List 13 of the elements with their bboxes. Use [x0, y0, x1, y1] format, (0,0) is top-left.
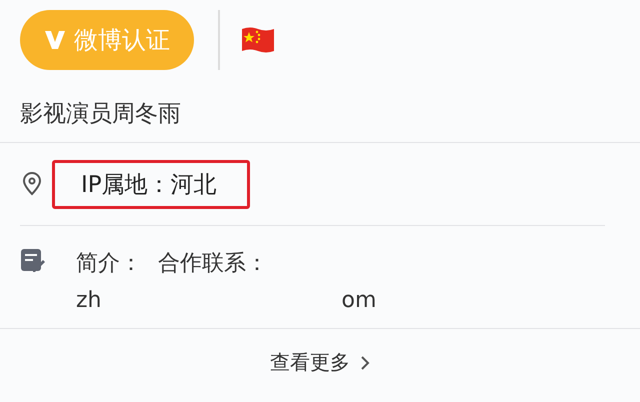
intro-label: 简介： [76, 250, 142, 278]
chevron-right-icon [360, 356, 370, 370]
location-pin-icon [22, 172, 42, 196]
intro-text: 合作联系： [158, 250, 268, 278]
badge-label: 微博认证 [74, 25, 170, 56]
v-icon [44, 29, 66, 51]
flag-icon [240, 25, 276, 55]
ip-location: IP属地：河北 [52, 160, 250, 208]
edit-note-icon [20, 248, 46, 274]
email-fragment: om [342, 288, 376, 313]
more-link[interactable]: 查看更多 [270, 349, 350, 376]
email-fragment: zh [76, 288, 102, 313]
profile-description: 影视演员周冬雨 [20, 101, 181, 127]
